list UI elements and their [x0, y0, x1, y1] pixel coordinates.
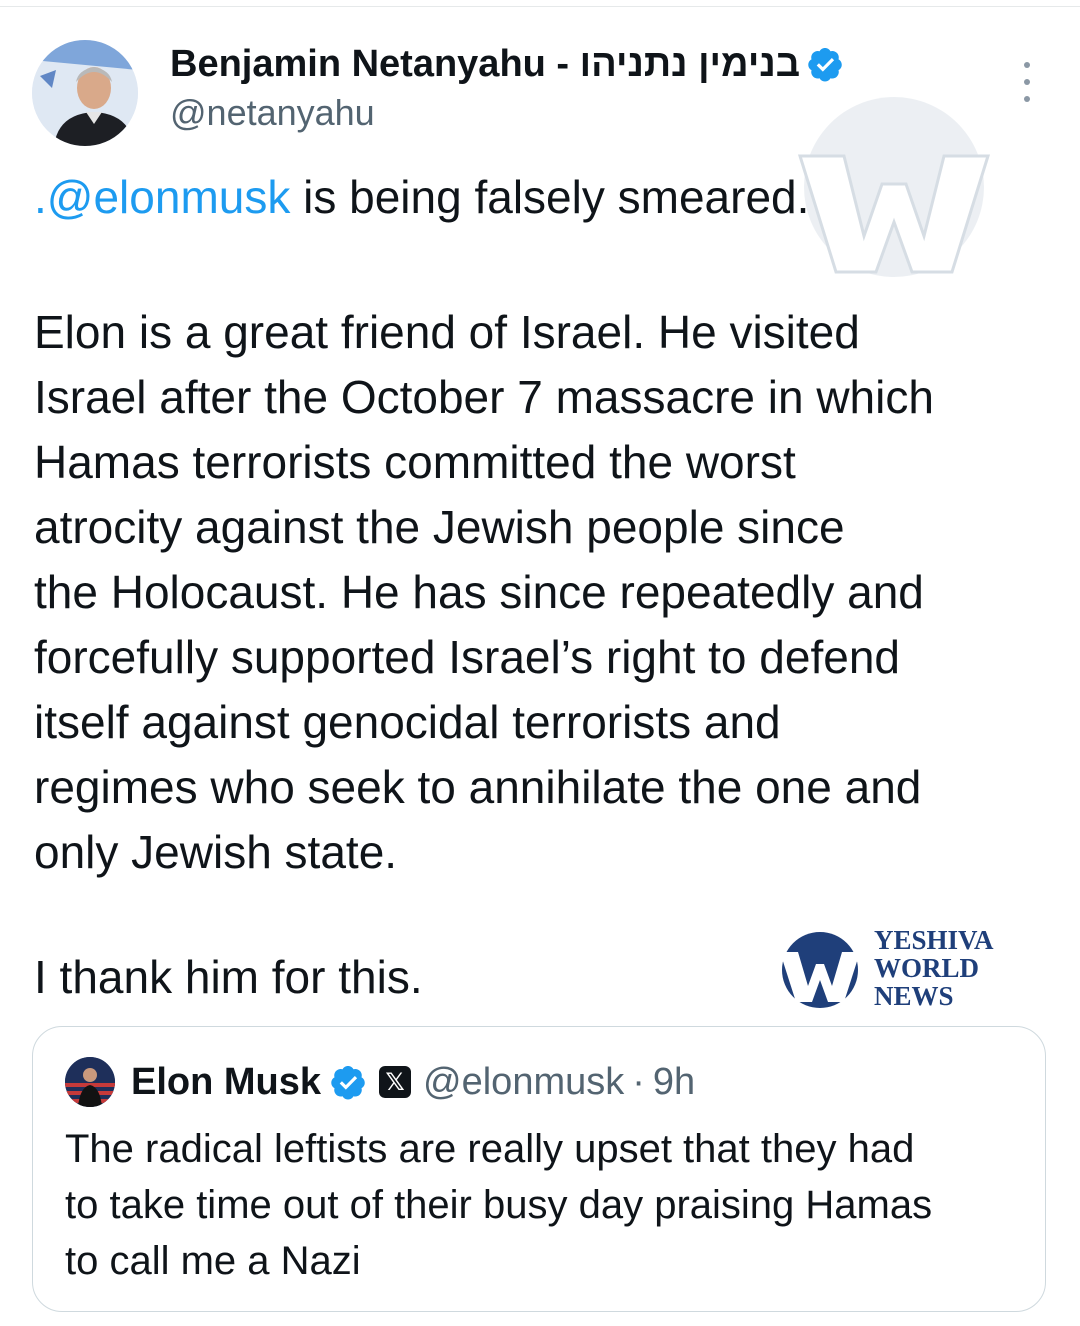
- verified-badge-icon[interactable]: [331, 1064, 367, 1100]
- profile-photo-icon: [65, 1057, 115, 1107]
- quoted-tweet-header: Elon Musk 𝕏 @elonmusk · 9h: [131, 1055, 695, 1109]
- quoted-author-handle[interactable]: @elonmusk: [423, 1061, 624, 1104]
- tweet-body-line: only Jewish state.: [34, 826, 398, 878]
- ywn-logo-word: YESHIVA: [874, 925, 994, 955]
- tweet-body-line: forcefully supported Israel’s right to d…: [34, 631, 900, 683]
- vertical-ellipsis-icon: [1024, 62, 1030, 68]
- quoted-tweet-line: to call me a Nazi: [65, 1239, 361, 1283]
- author-name-row: Benjamin Netanyahu - בנימין נתניהו: [170, 40, 844, 88]
- quoted-tweet-time[interactable]: 9h: [653, 1061, 695, 1104]
- tweet-first-line-text: is being falsely smeared.: [290, 171, 810, 223]
- author-handle[interactable]: @netanyahu: [170, 92, 375, 134]
- ywn-logo-word: NEWS: [874, 981, 954, 1011]
- profile-photo-icon: [32, 40, 138, 146]
- quoted-tweet-text: The radical leftists are really upset th…: [65, 1121, 932, 1289]
- quoted-author-name[interactable]: Elon Musk: [131, 1061, 321, 1104]
- mention-link[interactable]: .@elonmusk: [34, 171, 290, 223]
- tweet-body-line: atrocity against the Jewish people since: [34, 501, 845, 553]
- x-affiliate-badge-icon[interactable]: 𝕏: [379, 1066, 412, 1098]
- ywn-logo-icon: [780, 932, 860, 1008]
- vertical-ellipsis-icon: [1024, 96, 1030, 102]
- quoted-tweet-card[interactable]: Elon Musk 𝕏 @elonmusk · 9h The radical l…: [32, 1026, 1046, 1312]
- top-divider: [0, 6, 1080, 7]
- tweet-closing-line: I thank him for this.: [34, 951, 423, 1003]
- separator-dot: ·: [632, 1060, 645, 1103]
- verified-badge-icon[interactable]: [808, 46, 844, 82]
- author-display-name[interactable]: Benjamin Netanyahu - בנימין נתניהו: [170, 43, 800, 86]
- vertical-ellipsis-icon: [1024, 79, 1030, 85]
- tweet-body-line: itself against genocidal terrorists and: [34, 696, 781, 748]
- more-options-button[interactable]: [1012, 62, 1042, 102]
- quoted-tweet-line: The radical leftists are really upset th…: [65, 1127, 915, 1171]
- tweet-body-paragraph: Elon is a great friend of Israel. He vis…: [34, 300, 934, 885]
- tweet-body-line: Israel after the October 7 massacre in w…: [34, 371, 934, 423]
- tweet-body-line: the Holocaust. He has since repeatedly a…: [34, 566, 924, 618]
- quoted-tweet-line: to take time out of their busy day prais…: [65, 1183, 933, 1227]
- tweet-body-line: regimes who seek to annihilate the one a…: [34, 761, 922, 813]
- quoted-author-avatar[interactable]: [65, 1057, 115, 1107]
- ywn-logo: YESHIVA WORLD NEWS: [772, 920, 1020, 1016]
- tweet-body-line: Hamas terrorists committed the worst: [34, 436, 796, 488]
- ywn-logo-word: WORLD: [874, 953, 980, 983]
- ywn-watermark-logo: [797, 97, 991, 277]
- tweet-first-line: .@elonmusk is being falsely smeared.: [34, 170, 809, 224]
- tweet-body-line: Elon is a great friend of Israel. He vis…: [34, 306, 860, 358]
- author-avatar[interactable]: [32, 40, 138, 146]
